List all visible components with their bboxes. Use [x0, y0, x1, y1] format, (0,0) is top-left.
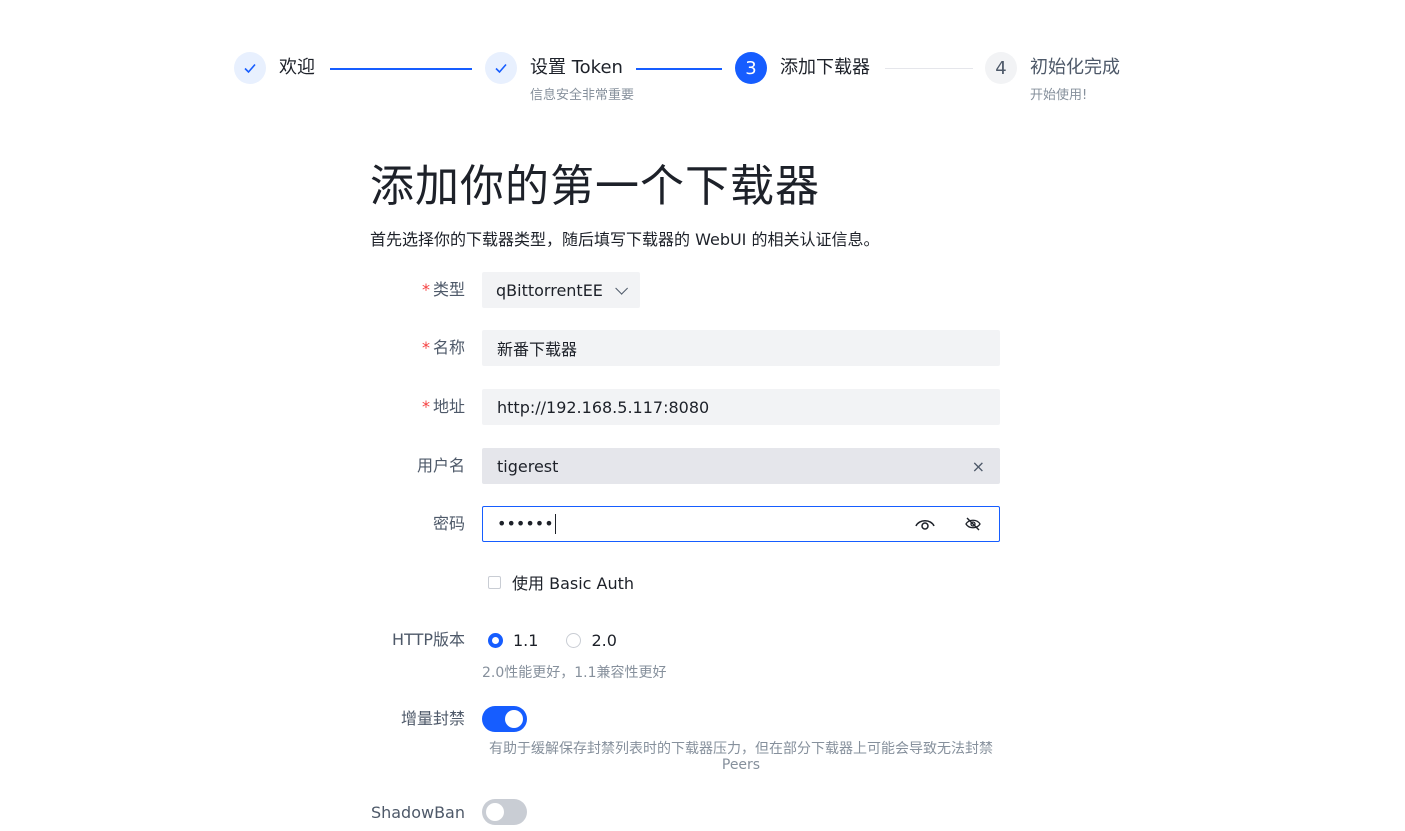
basic-auth-checkbox-wrap[interactable]: 使用 Basic Auth — [488, 564, 634, 600]
page-description: 首先选择你的下载器类型，随后填写下载器的 WebUI 的相关认证信息。 — [370, 230, 880, 249]
form-row-type: * 类型 qBittorrentEE — [0, 272, 1405, 308]
name-input[interactable]: 新番下载器 — [482, 330, 1000, 366]
text-caret — [554, 514, 556, 535]
steps-bar: 欢迎 设置 Token 信息安全非常重要 3 添加下载器 4 初始化完成 开始使… — [0, 0, 1405, 120]
shadowban-switch[interactable] — [482, 799, 527, 825]
step-connector — [885, 68, 973, 69]
password-input-value: •••••• — [497, 513, 554, 533]
step-connector — [330, 68, 472, 70]
incremental-ban-label: 增量封禁 — [400, 709, 465, 728]
form-row-http-version: HTTP版本 1.1 2.0 — [0, 622, 1405, 658]
required-mark: * — [421, 338, 430, 357]
form-row-name: * 名称 新番下载器 — [0, 330, 1405, 366]
step-title: 初始化完成 — [1030, 57, 1120, 78]
switch-knob — [505, 710, 523, 728]
eye-off-icon[interactable] — [961, 512, 985, 536]
password-label: 密码 — [432, 514, 465, 533]
step-desc: 信息安全非常重要 — [530, 88, 635, 103]
basic-auth-label: 使用 Basic Auth — [512, 574, 635, 593]
radio-unchecked-icon — [566, 632, 582, 648]
type-select-value: qBittorrentEE — [496, 280, 603, 300]
step-connector — [636, 68, 722, 70]
step-title: 欢迎 — [279, 57, 315, 78]
address-input[interactable]: http://192.168.5.117:8080 — [482, 389, 1000, 425]
http-version-radio-group: 1.1 2.0 — [488, 622, 645, 658]
check-icon — [234, 52, 266, 84]
step-add-downloader[interactable]: 3 添加下载器 — [735, 52, 870, 84]
address-input-value: http://192.168.5.117:8080 — [497, 397, 710, 417]
basic-auth-checkbox[interactable] — [488, 575, 501, 589]
clear-icon[interactable]: × — [972, 457, 985, 476]
step-finish[interactable]: 4 初始化完成 开始使用! — [985, 52, 1120, 103]
type-select[interactable]: qBittorrentEE — [482, 272, 640, 308]
step-desc: 开始使用! — [1030, 88, 1088, 103]
page-title: 添加你的第一个下载器 — [370, 161, 820, 212]
username-input[interactable]: tigerest × — [482, 448, 1000, 484]
form-row-password: 密码 •••••• — [0, 506, 1405, 542]
required-mark: * — [421, 280, 430, 299]
address-label: 地址 — [432, 397, 465, 416]
step-title: 设置 Token — [530, 57, 623, 78]
chevron-down-icon — [615, 281, 628, 295]
radio-http-2-0[interactable]: 2.0 — [566, 631, 617, 650]
switch-knob — [486, 803, 504, 821]
incremental-ban-switch[interactable] — [482, 706, 527, 732]
form-row-shadowban: ShadowBan — [0, 795, 1405, 831]
step-token[interactable]: 设置 Token 信息安全非常重要 — [485, 52, 634, 103]
incremental-ban-help: 有助于缓解保存封禁列表时的下载器压力，但在部分下载器上可能会导致无法封禁 Pee… — [489, 741, 993, 773]
form-row-address: * 地址 http://192.168.5.117:8080 — [0, 389, 1405, 425]
password-input[interactable]: •••••• — [482, 506, 1000, 542]
form-row-username: 用户名 tigerest × — [0, 448, 1405, 484]
username-label: 用户名 — [416, 456, 465, 475]
http-version-label: HTTP版本 — [392, 630, 465, 649]
radio-checked-icon — [488, 632, 503, 648]
type-label: 类型 — [432, 280, 465, 299]
step-number: 3 — [735, 52, 767, 84]
name-input-value: 新番下载器 — [497, 340, 578, 359]
radio-http-1-1[interactable]: 1.1 — [488, 631, 538, 650]
required-mark: * — [421, 397, 430, 416]
step-number: 4 — [985, 52, 1017, 84]
form-row-incremental-ban: 增量封禁 — [0, 701, 1405, 737]
form-row-basic-auth: 使用 Basic Auth — [0, 564, 1405, 600]
step-title: 添加下载器 — [780, 57, 870, 78]
shadowban-label: ShadowBan — [370, 803, 465, 822]
name-label: 名称 — [432, 338, 465, 357]
eye-icon[interactable] — [913, 512, 937, 536]
username-input-value: tigerest — [497, 456, 559, 476]
http-version-help: 2.0性能更好，1.1兼容性更好 — [482, 665, 667, 681]
step-welcome[interactable]: 欢迎 — [234, 52, 315, 84]
check-icon — [485, 52, 517, 84]
